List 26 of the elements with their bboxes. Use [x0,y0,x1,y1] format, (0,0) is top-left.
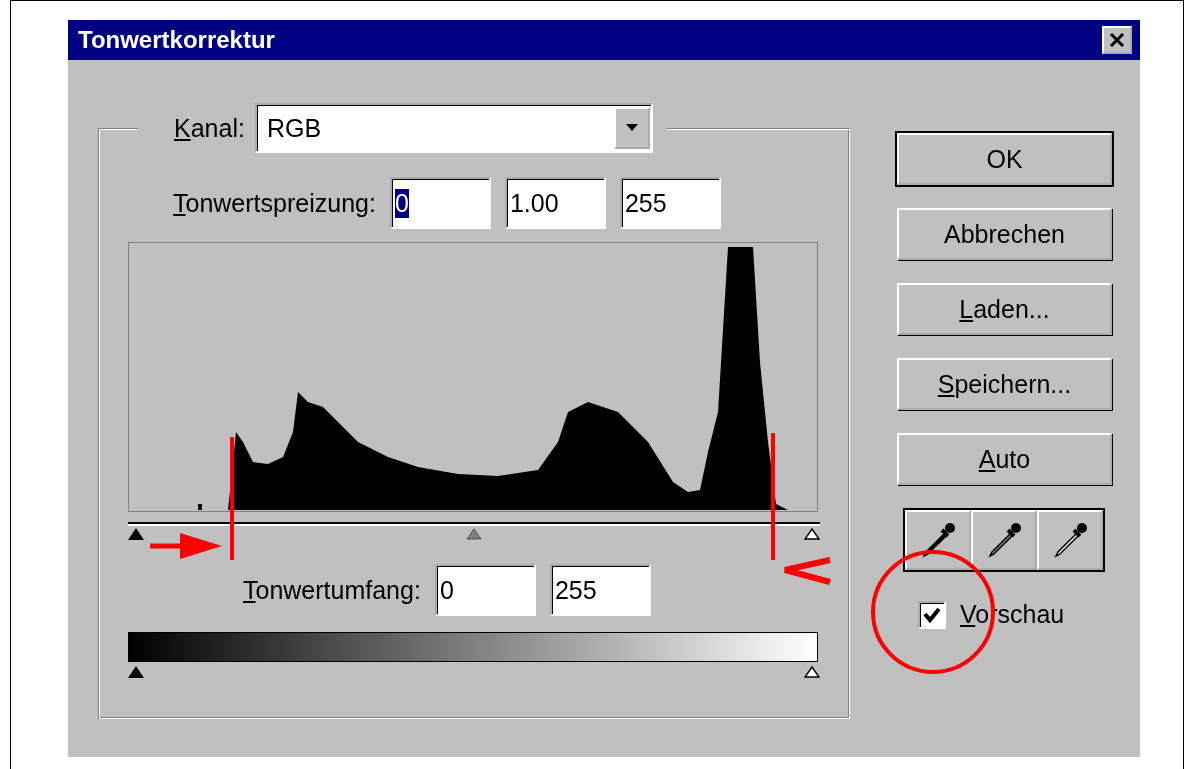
eyedropper-button[interactable] [971,510,1037,570]
eyedropper-button[interactable] [905,510,971,570]
dialog-button[interactable]: OK [897,133,1112,185]
input-level-field[interactable]: 255 [619,177,721,229]
input-level-field[interactable]: 0 [389,177,491,229]
slider-handle[interactable] [804,528,820,540]
input-level-field[interactable]: 1.00 [504,177,606,229]
slider-handle[interactable] [804,666,820,678]
channel-label: Kanal: [174,113,245,143]
eyedropper-button[interactable] [1037,510,1103,570]
close-button[interactable] [1102,26,1132,54]
dialog-button[interactable]: Auto [897,433,1112,485]
slider-handle[interactable] [466,528,482,540]
annotation-arrow [150,533,222,559]
dialog-button[interactable]: Laden... [897,283,1112,335]
input-levels-label: Tonwertspreizung: [173,188,376,218]
dialog-button[interactable]: Speichern... [897,358,1112,410]
dialog-button[interactable]: Abbrechen [897,208,1112,260]
slider-handle[interactable] [128,528,144,540]
output-levels-label: Tonwertumfang: [243,575,421,605]
channel-dropdown[interactable]: RGB [254,103,653,153]
output-level-field[interactable]: 0 [434,564,536,616]
slider-handle[interactable] [128,666,144,678]
window-title: Tonwertkorrektur [78,26,275,54]
preview-checkbox[interactable] [918,600,946,629]
output-level-field[interactable]: 255 [549,564,651,616]
